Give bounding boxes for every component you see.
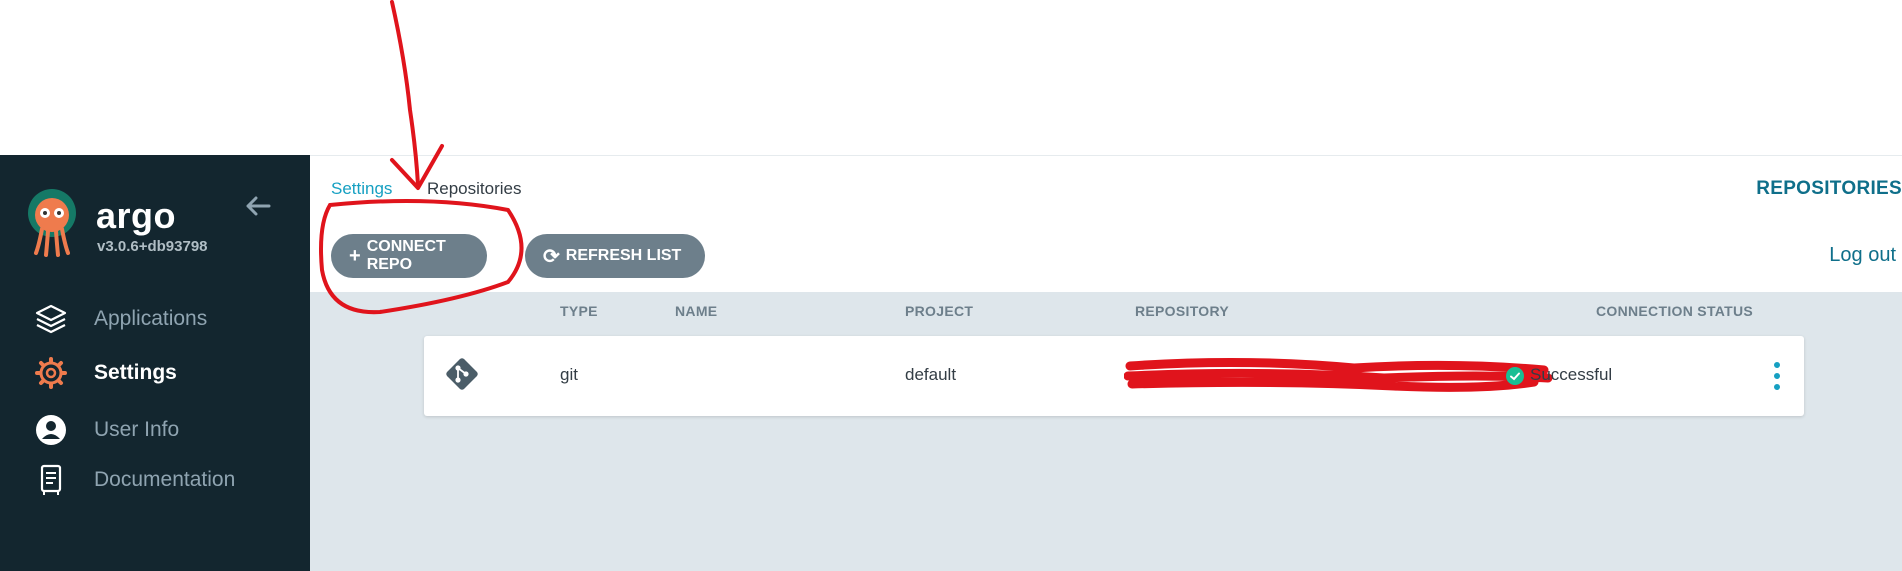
gear-icon [34,356,68,390]
column-header-project: PROJECT [905,303,974,319]
git-icon [446,358,478,390]
plus-icon: + [349,244,361,267]
book-icon [34,463,68,497]
main-content: Settings Repositories REPOSITORIES + CON… [310,155,1902,571]
layers-icon [34,302,68,336]
page-title: REPOSITORIES [1756,178,1902,199]
repo-project: default [905,365,957,384]
column-header-type: TYPE [560,303,598,319]
sidebar-item-applications[interactable]: Applications [0,296,310,342]
logout-link[interactable]: Log out [1829,244,1896,267]
user-icon [34,413,68,447]
sidebar-item-settings[interactable]: Settings [0,350,310,396]
toolbar: + CONNECT REPO ⟳ REFRESH LIST Log out [310,224,1902,292]
brand-name: argo [96,195,177,236]
sidebar-item-label: Documentation [94,468,236,491]
column-header-repository: REPOSITORY [1135,303,1230,319]
table-row[interactable]: git default Successful [424,336,1804,416]
sidebar-item-label: User Info [94,418,180,441]
refresh-icon: ⟳ [543,245,560,268]
repo-type: git [560,365,578,384]
blank-header-area [0,0,1902,155]
redacted-repository-url [1124,357,1553,392]
column-header-name: NAME [675,303,718,319]
column-header-connection-status: CONNECTION STATUS [1596,303,1754,319]
sidebar-item-user-info[interactable]: User Info [0,407,310,453]
sidebar: argo v3.0.6+db93798 Applications Setting… [0,155,310,571]
sidebar-item-label: Settings [94,361,177,384]
back-arrow-icon[interactable] [243,191,273,221]
success-check-icon [1506,367,1524,385]
argo-logo-icon [28,189,76,257]
breadcrumb-repositories: Repositories [427,179,522,198]
connection-status: Successful [1530,365,1613,384]
refresh-list-label: REFRESH LIST [565,247,682,264]
sidebar-item-label: Applications [94,307,208,330]
top-bar: Settings Repositories REPOSITORIES [310,155,1902,225]
connect-repo-label: CONNECT REPO [366,238,446,273]
refresh-list-button[interactable]: ⟳ REFRESH LIST [525,234,705,278]
connect-repo-button[interactable]: + CONNECT REPO [331,234,487,278]
more-vert-icon[interactable] [1770,360,1784,392]
sidebar-item-documentation[interactable]: Documentation [0,457,310,503]
brand-version: v3.0.6+db93798 [97,238,208,255]
breadcrumb-settings-link[interactable]: Settings [331,179,392,199]
